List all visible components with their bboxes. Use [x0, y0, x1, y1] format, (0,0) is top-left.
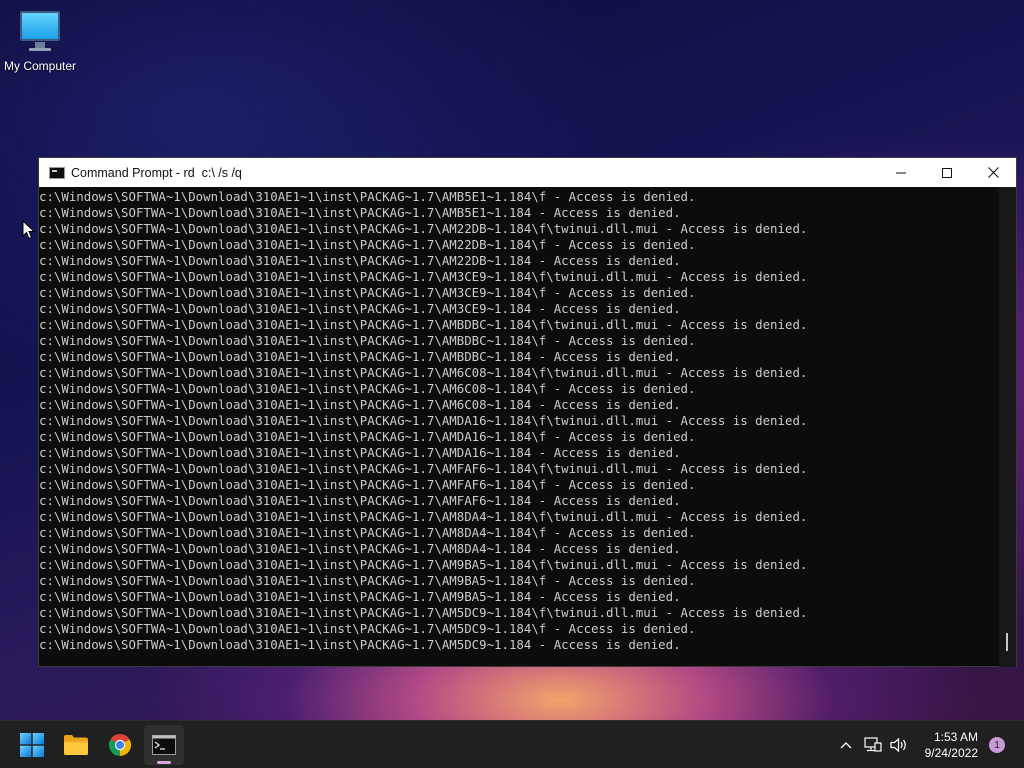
taskbar-command-prompt[interactable] [144, 725, 184, 765]
console-line: c:\Windows\SOFTWA~1\Download\310AE1~1\in… [39, 429, 696, 444]
console-line: c:\Windows\SOFTWA~1\Download\310AE1~1\in… [39, 541, 681, 556]
mouse-cursor-icon [22, 220, 36, 240]
console-icon [49, 166, 65, 179]
console-line: c:\Windows\SOFTWA~1\Download\310AE1~1\in… [39, 525, 696, 540]
monitor-icon [18, 8, 62, 54]
taskbar-chrome[interactable] [100, 725, 140, 765]
console-line: c:\Windows\SOFTWA~1\Download\310AE1~1\in… [39, 333, 696, 348]
console-line: c:\Windows\SOFTWA~1\Download\310AE1~1\in… [39, 413, 808, 428]
console-line: c:\Windows\SOFTWA~1\Download\310AE1~1\in… [39, 557, 808, 572]
network-icon [864, 737, 882, 752]
terminal-icon [152, 735, 176, 755]
console-line: c:\Windows\SOFTWA~1\Download\310AE1~1\in… [39, 285, 696, 300]
start-button[interactable] [12, 725, 52, 765]
console-line: c:\Windows\SOFTWA~1\Download\310AE1~1\in… [39, 349, 681, 364]
window-title: Command Prompt - rd c:\ /s /q [71, 165, 242, 180]
console-line: c:\Windows\SOFTWA~1\Download\310AE1~1\in… [39, 253, 681, 268]
taskbar-file-explorer[interactable] [56, 725, 96, 765]
console-line: c:\Windows\SOFTWA~1\Download\310AE1~1\in… [39, 301, 681, 316]
active-app-indicator [157, 761, 171, 764]
desktop-icon-my-computer[interactable]: My Computer [0, 8, 80, 73]
desktop-icon-label: My Computer [3, 59, 77, 73]
chrome-icon [108, 734, 132, 756]
console-line: c:\Windows\SOFTWA~1\Download\310AE1~1\in… [39, 461, 808, 476]
console-line: c:\Windows\SOFTWA~1\Download\310AE1~1\in… [39, 605, 808, 620]
console-line: c:\Windows\SOFTWA~1\Download\310AE1~1\in… [39, 573, 696, 588]
console-output[interactable]: c:\Windows\SOFTWA~1\Download\310AE1~1\in… [39, 187, 999, 667]
close-button[interactable] [970, 158, 1016, 187]
command-prompt-window[interactable]: Command Prompt - rd c:\ /s /q c:\Windows… [38, 157, 1017, 667]
taskbar: 1:53 AM 9/24/2022 1 [0, 720, 1024, 768]
console-line: c:\Windows\SOFTWA~1\Download\310AE1~1\in… [39, 189, 696, 204]
window-controls [878, 158, 1016, 187]
show-hidden-icons-button[interactable] [836, 721, 856, 768]
network-button[interactable] [862, 721, 884, 768]
minimize-button[interactable] [878, 158, 924, 187]
console-line: c:\Windows\SOFTWA~1\Download\310AE1~1\in… [39, 589, 681, 604]
minimize-icon [896, 172, 906, 173]
file-explorer-icon [64, 735, 88, 755]
console-line: c:\Windows\SOFTWA~1\Download\310AE1~1\in… [39, 477, 696, 492]
console-line: c:\Windows\SOFTWA~1\Download\310AE1~1\in… [39, 205, 681, 220]
console-line: c:\Windows\SOFTWA~1\Download\310AE1~1\in… [39, 509, 808, 524]
chevron-up-icon [840, 742, 852, 749]
console-line: c:\Windows\SOFTWA~1\Download\310AE1~1\in… [39, 221, 808, 236]
clock-date: 9/24/2022 [924, 746, 978, 760]
clock[interactable]: 1:53 AM 9/24/2022 [925, 729, 978, 761]
console-line: c:\Windows\SOFTWA~1\Download\310AE1~1\in… [39, 237, 696, 252]
maximize-icon [942, 167, 952, 178]
window-titlebar[interactable]: Command Prompt - rd c:\ /s /q [39, 158, 1016, 187]
console-line: c:\Windows\SOFTWA~1\Download\310AE1~1\in… [39, 621, 696, 636]
console-line: c:\Windows\SOFTWA~1\Download\310AE1~1\in… [39, 381, 696, 396]
console-line: c:\Windows\SOFTWA~1\Download\310AE1~1\in… [39, 397, 681, 412]
close-icon [987, 167, 999, 178]
console-line: c:\Windows\SOFTWA~1\Download\310AE1~1\in… [39, 365, 808, 380]
console-line: c:\Windows\SOFTWA~1\Download\310AE1~1\in… [39, 493, 681, 508]
volume-icon [890, 737, 906, 753]
scrollbar-thumb[interactable] [1006, 633, 1008, 651]
console-line: c:\Windows\SOFTWA~1\Download\310AE1~1\in… [39, 637, 681, 652]
console-line: c:\Windows\SOFTWA~1\Download\310AE1~1\in… [39, 445, 681, 460]
console-scrollbar[interactable] [999, 187, 1016, 667]
console-line: c:\Windows\SOFTWA~1\Download\310AE1~1\in… [39, 317, 808, 332]
notification-badge[interactable]: 1 [989, 737, 1005, 753]
clock-time: 1:53 AM [933, 730, 978, 744]
windows-start-icon [20, 733, 44, 757]
volume-button[interactable] [888, 721, 910, 768]
maximize-button[interactable] [924, 158, 970, 187]
console-line: c:\Windows\SOFTWA~1\Download\310AE1~1\in… [39, 269, 808, 284]
